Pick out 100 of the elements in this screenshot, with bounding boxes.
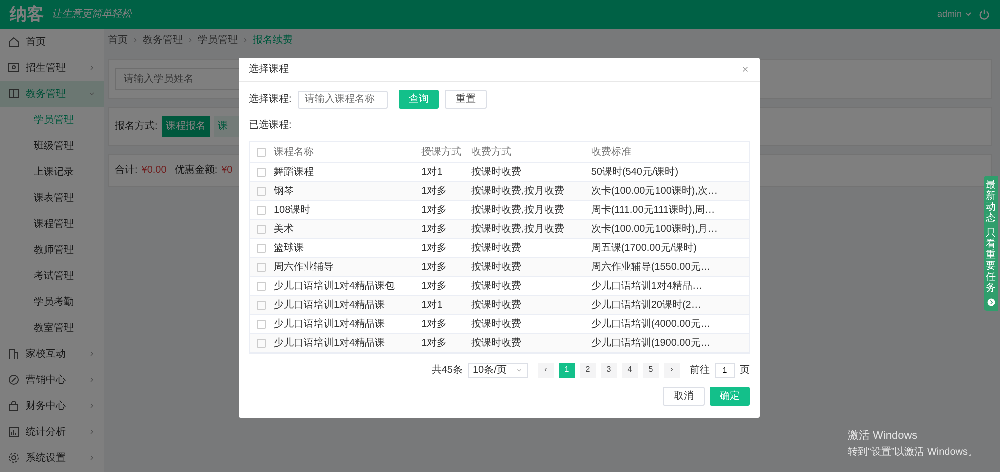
os-notice-text: 转到“设置”以激活 Windows。 <box>848 446 978 460</box>
sidebar-item[interactable]: 统计分析 <box>0 419 104 445</box>
sidebar-item[interactable]: 财务中心 <box>0 393 104 419</box>
checkbox[interactable] <box>257 224 266 234</box>
breadcrumb-link[interactable]: 教务管理 <box>143 32 183 48</box>
table-cell: 按课时收费 <box>472 280 522 292</box>
submenu-item[interactable]: 上课记录 <box>0 159 104 185</box>
chevron-icon <box>88 90 96 98</box>
page-button[interactable]: 3 <box>601 362 617 378</box>
table-cell: 按课时收费 <box>472 166 522 178</box>
chevron-icon <box>88 350 96 358</box>
cancel-button[interactable]: 取消 <box>663 387 705 406</box>
lock-icon <box>8 400 20 412</box>
close-icon[interactable] <box>741 65 750 74</box>
checkbox[interactable] <box>257 168 266 176</box>
table-cell: 按课时收费 <box>472 338 522 348</box>
sidebar-item[interactable]: 首页 <box>0 29 104 55</box>
page-suffix: 页 <box>740 364 750 378</box>
table-cell: 1对多 <box>422 204 448 216</box>
side-tab-label[interactable]: 最新动态 <box>986 180 996 224</box>
table-cell: 按课时收费 <box>472 262 522 272</box>
table-cell: 少儿口语培训1对4精品… <box>591 280 702 292</box>
table-cell: 按课时收费 <box>472 242 522 254</box>
table-cell: 按课时收费,按月收费 <box>472 204 564 216</box>
checkbox[interactable] <box>257 148 266 156</box>
course-search-field[interactable]: 请输入课程名称 <box>298 90 388 108</box>
table-cell: 周卡(111.00元111课时),周… <box>591 204 716 216</box>
page-button[interactable]: 4 <box>622 362 638 378</box>
caret-icon <box>516 366 523 374</box>
table-cell: 1对多 <box>422 262 448 272</box>
submenu-item[interactable]: 课程管理 <box>0 211 104 237</box>
slogan: 让生意更简单轻松 <box>52 8 132 22</box>
page-button[interactable]: 1 <box>559 362 575 378</box>
filter-label: 选择课程: <box>249 92 292 107</box>
chevron-icon <box>132 36 139 44</box>
building-icon <box>8 348 20 360</box>
total-label: 优惠金额: <box>174 164 218 178</box>
chevron-icon <box>88 64 96 72</box>
checkbox[interactable] <box>257 282 266 290</box>
reset-button[interactable]: 重置 <box>444 90 487 109</box>
checkbox[interactable] <box>257 244 266 252</box>
query-button[interactable]: 查询 <box>398 90 439 109</box>
percent-icon <box>8 374 20 386</box>
checkbox[interactable] <box>257 338 266 348</box>
submenu-item[interactable]: 考试管理 <box>0 263 104 289</box>
modal-title: 选择课程 <box>249 62 289 77</box>
table-cell: 50课时(540元/课时) <box>591 166 679 178</box>
breadcrumb-link[interactable]: 学员管理 <box>198 32 238 48</box>
id-card-icon <box>8 62 20 74</box>
table-cell: 周六作业辅导(1550.00元… <box>591 262 711 272</box>
table-cell: 少儿口语培训1对4精品课 <box>274 318 386 330</box>
checkbox[interactable] <box>257 206 266 214</box>
table-cell: 按课时收费 <box>472 318 522 330</box>
sidebar-item[interactable]: 家校互动 <box>0 341 104 367</box>
chevron-icon <box>88 402 96 410</box>
arrow-icon[interactable] <box>986 298 996 307</box>
submenu-item[interactable]: 教师管理 <box>0 237 104 263</box>
table-cell: 1对1 <box>422 300 443 310</box>
checkbox[interactable] <box>257 320 266 328</box>
checkbox[interactable] <box>257 300 266 310</box>
column-header: 授课方式 <box>422 146 462 158</box>
table-cell: 美术 <box>274 224 294 234</box>
sidebar-item[interactable]: 招生管理 <box>0 55 104 81</box>
total-value: ¥0 <box>222 164 233 178</box>
column-header: 收费标准 <box>591 146 632 158</box>
house-icon <box>8 36 20 48</box>
submenu-item[interactable]: 教室管理 <box>0 315 104 341</box>
table-cell: 次卡(100.00元100课时),月… <box>591 224 718 234</box>
breadcrumb-link[interactable]: 首页 <box>108 32 128 48</box>
checkbox[interactable] <box>257 262 266 272</box>
submenu-item[interactable]: 班级管理 <box>0 133 104 159</box>
table-cell: 周六作业辅导 <box>274 262 334 272</box>
table-cell: 周五课(1700.00元/课时) <box>591 242 697 254</box>
page-button[interactable]: 5 <box>643 362 659 378</box>
total-count: 共45条 <box>432 364 463 378</box>
confirm-button[interactable]: 确定 <box>710 387 750 406</box>
submenu-item[interactable]: 学员考勤 <box>0 289 104 315</box>
submenu-item[interactable]: 课表管理 <box>0 185 104 211</box>
prev-page-button[interactable]: ‹ <box>538 362 554 378</box>
chart-icon <box>8 426 20 438</box>
page-button[interactable]: 2 <box>580 362 596 378</box>
signup-label: 报名方式: <box>115 120 158 134</box>
checkbox[interactable] <box>257 186 266 196</box>
sidebar-item[interactable]: 系统设置 <box>0 445 104 471</box>
table-cell: 少儿口语培训(1900.00元… <box>591 338 711 348</box>
column-header: 收费方式 <box>472 146 512 158</box>
table-cell: 1对多 <box>422 338 448 348</box>
page-size-select[interactable]: 10条/页 <box>468 362 528 378</box>
book-icon <box>8 88 20 100</box>
page-field[interactable]: 1 <box>715 362 735 378</box>
total-value: ¥0.00 <box>142 164 167 178</box>
table-cell: 按课时收费,按月收费 <box>472 224 564 234</box>
chevron-icon <box>88 428 96 436</box>
next-page-button[interactable]: › <box>664 362 680 378</box>
caret-icon[interactable] <box>964 12 972 17</box>
table-cell: 1对多 <box>422 242 448 254</box>
side-tab-label[interactable]: 只看重要任务 <box>986 228 996 294</box>
sidebar-item[interactable]: 营销中心 <box>0 367 104 393</box>
table-cell: 少儿口语培训(4000.00元… <box>591 318 711 330</box>
power-icon[interactable] <box>979 9 990 20</box>
